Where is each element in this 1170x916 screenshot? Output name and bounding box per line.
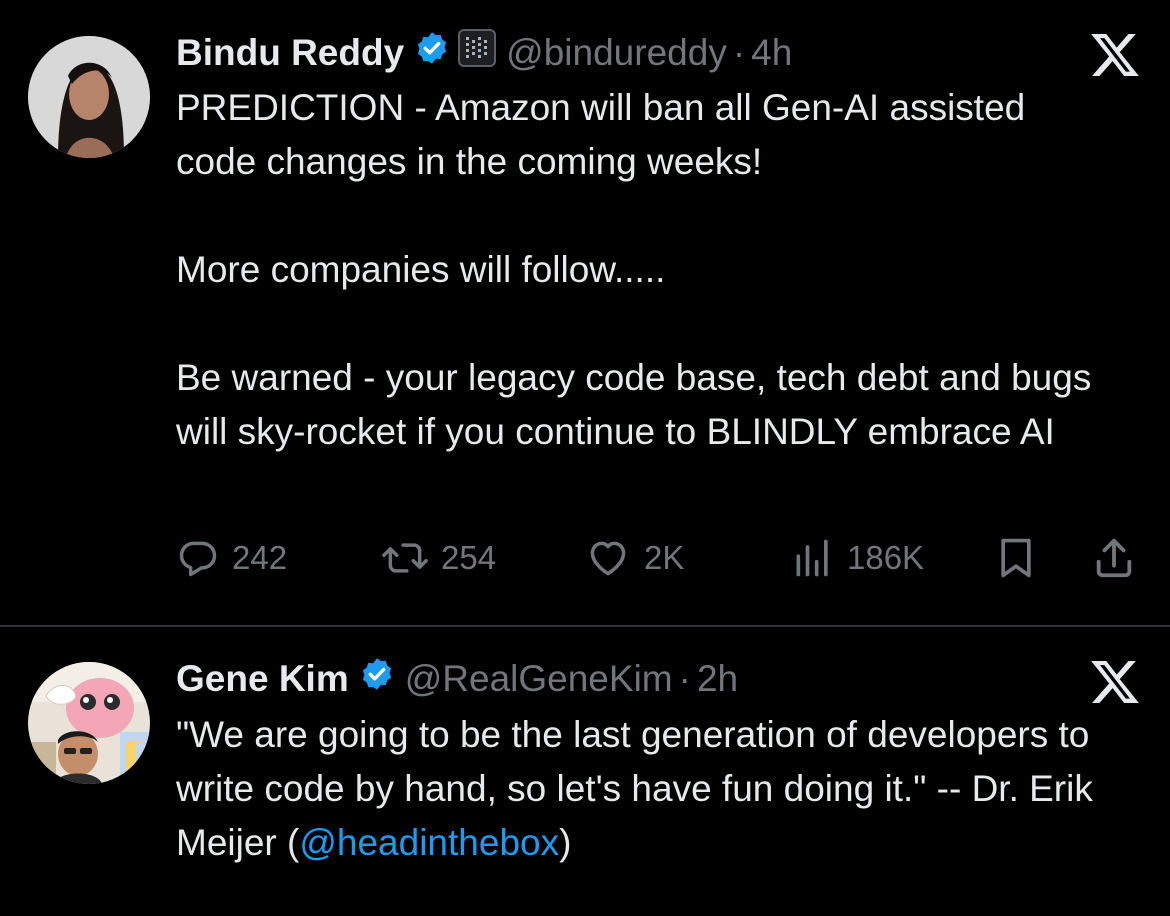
avatar[interactable] [28, 36, 150, 158]
tweet-paragraph: Be warned - your legacy code base, tech … [176, 357, 1092, 452]
share-button[interactable] [1091, 530, 1137, 586]
tweet-paragraph: "We are going to be the last generation … [176, 708, 1106, 870]
tweet-paragraph: More companies will follow..... [176, 249, 666, 290]
bookmark-icon [1001, 538, 1031, 578]
reply-button[interactable]: 242 [176, 530, 287, 586]
views-icon [796, 539, 828, 577]
closing-paren: ) [559, 822, 572, 863]
org-badge-icon[interactable] [458, 29, 497, 77]
verified-badge-icon [359, 656, 395, 702]
tweet-paragraph: PREDICTION - Amazon will ban all Gen-AI … [176, 87, 1026, 182]
views-count: 186K [847, 539, 925, 576]
verified-badge-icon [414, 30, 450, 76]
like-count: 2K [644, 539, 685, 576]
mention-link[interactable]: @headinthebox [299, 822, 559, 863]
reply-count: 242 [232, 539, 288, 576]
reply-icon [179, 541, 217, 577]
like-icon [590, 541, 626, 576]
tweet-text: "We are going to be the last generation … [176, 708, 1106, 870]
tweet-bindu-reddy[interactable]: Bindu Reddy @bindureddy · 4h PREDICTION … [0, 0, 1170, 625]
bookmark-button[interactable] [994, 530, 1038, 586]
avatar[interactable] [28, 662, 150, 784]
share-icon [1096, 538, 1132, 578]
tweet-text: PREDICTION - Amazon will ban all Gen-AI … [176, 81, 1156, 459]
tweet-actions: 242 254 2K 186K [176, 530, 1141, 586]
timestamp[interactable]: 4h [751, 31, 792, 75]
repost-icon [382, 543, 428, 573]
repost-button[interactable]: 254 [381, 530, 496, 586]
separator-dot: · [732, 32, 746, 73]
author-handle[interactable]: @RealGeneKim [405, 657, 673, 701]
x-logo-icon[interactable] [1089, 656, 1141, 708]
like-button[interactable]: 2K [584, 530, 684, 586]
separator-dot: · [678, 658, 691, 699]
tweet-gene-kim[interactable]: Gene Kim @RealGeneKim · 2h "We are going… [0, 627, 1170, 916]
tweet-header: Bindu Reddy @bindureddy · 4h [176, 29, 792, 77]
views-button[interactable]: 186K [791, 530, 924, 586]
author-name[interactable]: Bindu Reddy [176, 31, 404, 75]
author-name[interactable]: Gene Kim [176, 657, 349, 701]
author-handle[interactable]: @bindureddy [506, 31, 727, 75]
repost-count: 254 [441, 539, 497, 576]
x-logo-icon[interactable] [1089, 29, 1141, 81]
tweet-header: Gene Kim @RealGeneKim · 2h [176, 656, 738, 702]
timestamp[interactable]: 2h [697, 657, 738, 701]
